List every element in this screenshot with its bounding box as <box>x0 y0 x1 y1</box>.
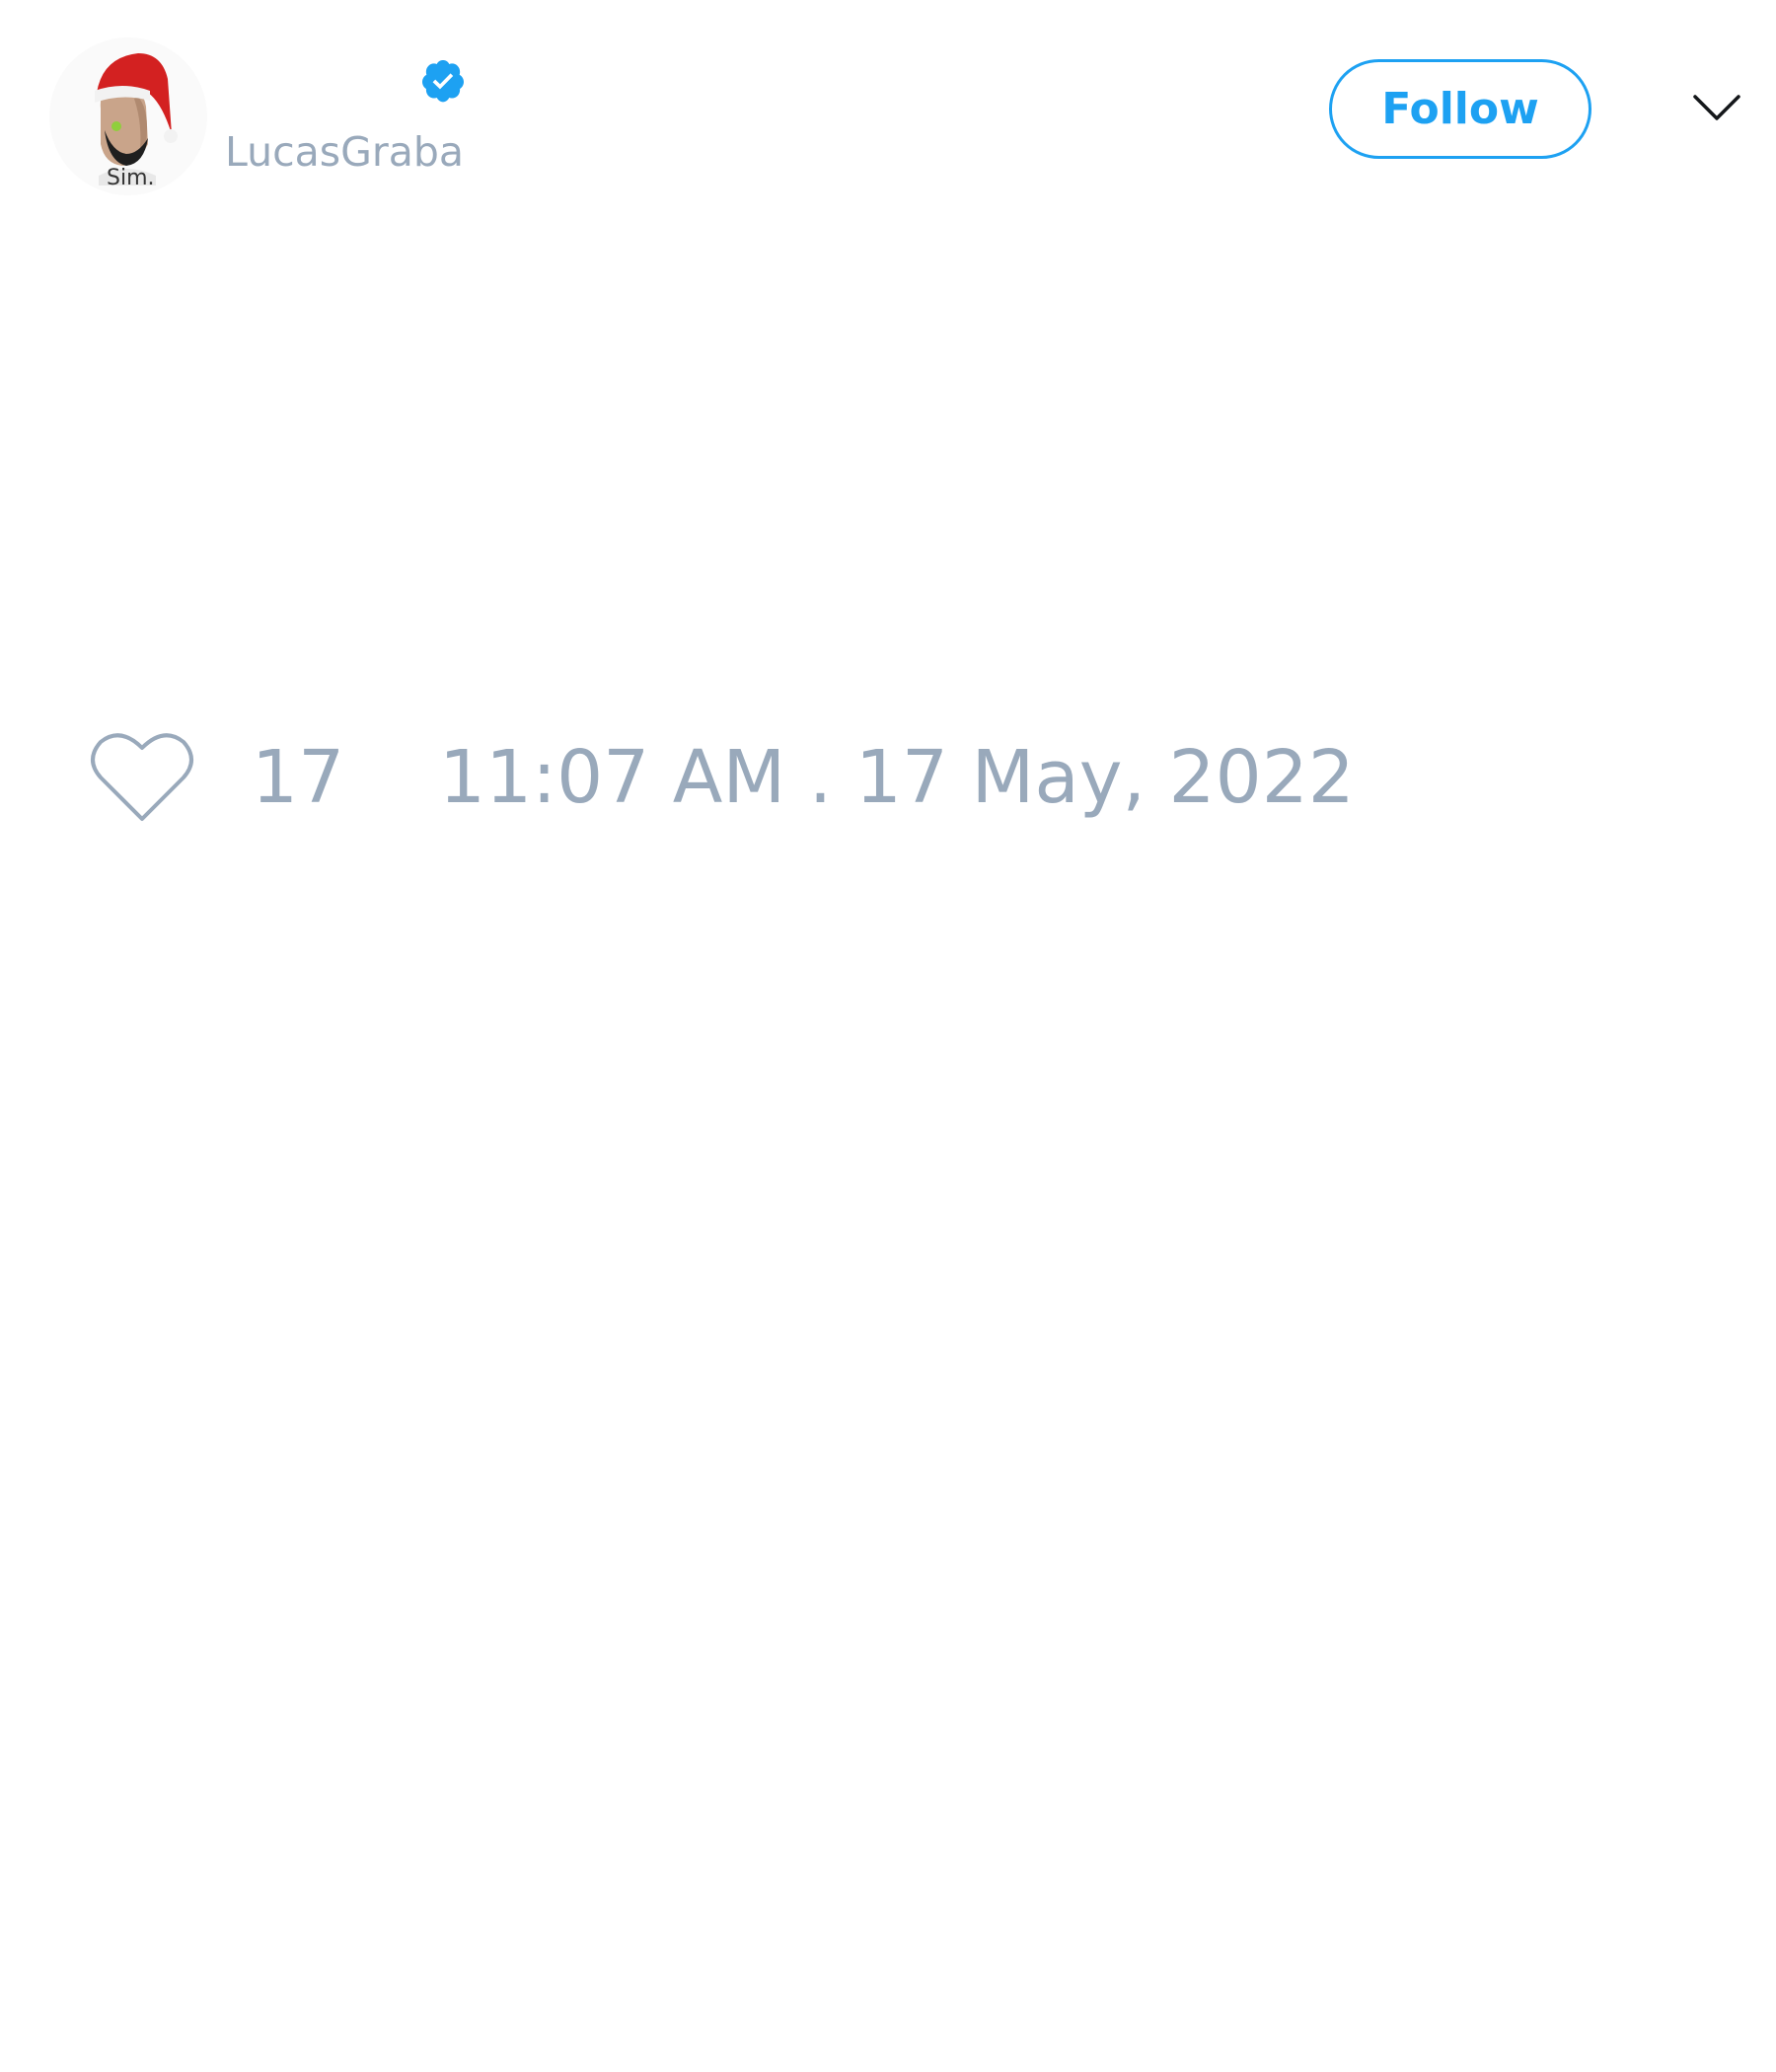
avatar[interactable]: Sim. <box>39 28 217 205</box>
verified-badge-icon <box>419 57 467 105</box>
chevron-down-icon[interactable] <box>1692 89 1741 124</box>
follow-button[interactable]: Follow <box>1329 59 1591 159</box>
like-count: 17 <box>252 735 345 820</box>
tweet-actions: 17 11:07 AM . 17 May, 2022 <box>89 728 1569 827</box>
avatar-caption: Sim. <box>107 166 155 190</box>
tweet-timestamp[interactable]: 11:07 AM . 17 May, 2022 <box>439 738 1355 817</box>
heart-icon <box>91 733 193 821</box>
author-handle[interactable]: LucasGraba <box>225 126 464 178</box>
tweet-card: Sim. LucasGraba Follow 17 11:07 AM . 17 … <box>0 0 1776 2072</box>
like-button[interactable] <box>89 728 195 827</box>
